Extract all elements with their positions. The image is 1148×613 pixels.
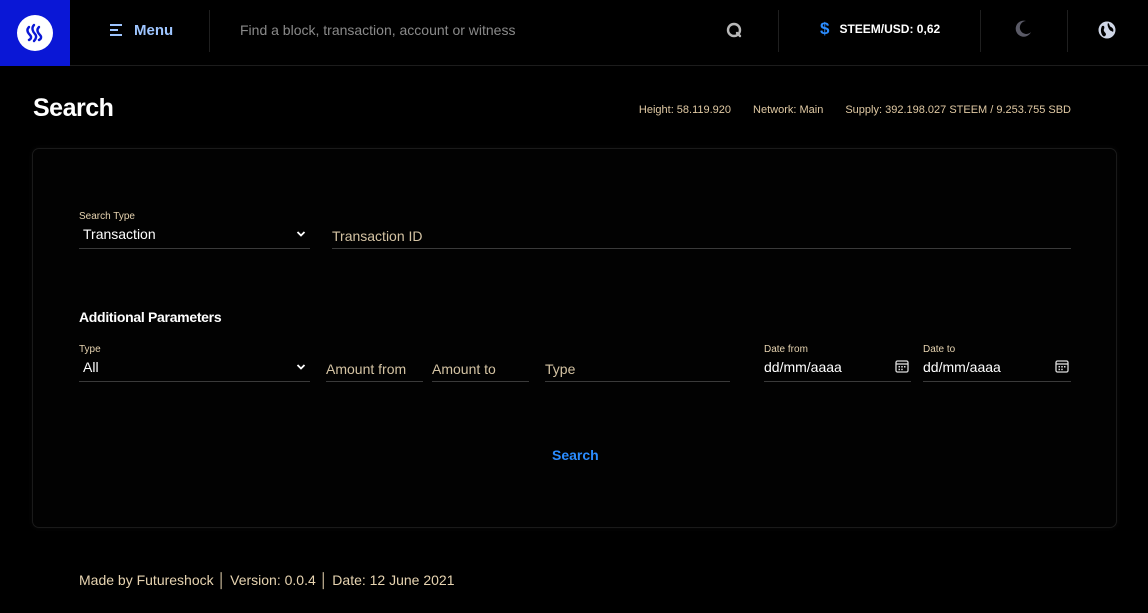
date-from-label: Date from [764,344,808,355]
divider [980,10,981,52]
dollar-icon: $ [820,19,830,38]
date-to-input[interactable]: Date to dd/mm/aaaa [923,344,1071,382]
date-to-label: Date to [923,344,956,355]
menu-label: Menu [134,21,174,39]
calendar-icon[interactable] [1055,359,1069,373]
amount-to-placeholder: Amount to [432,361,496,377]
top-navbar: Menu $ STEEM/USD: 0,62 [0,0,1148,66]
type-label: Type [79,344,101,355]
chain-stats: Height: 58.119.920 Network: Main Supply:… [639,104,1071,116]
transaction-id-input[interactable]: Transaction ID [332,211,1071,249]
search-type-value: Transaction [83,226,156,242]
network-name: Network: Main [753,104,824,116]
search-icon[interactable] [724,20,744,40]
page-title: Search [33,94,114,122]
footer-info: Made by Futureshock │ Version: 0.0.4 │ D… [79,572,455,588]
search-card: Search Type Transaction Transaction ID A… [32,148,1117,528]
type-select[interactable]: Type All [79,344,310,382]
date-to-value: dd/mm/aaaa [923,359,1001,375]
search-type-select[interactable]: Search Type Transaction [79,211,310,249]
amount-from-placeholder: Amount from [326,361,407,377]
date-from-value: dd/mm/aaaa [764,359,842,375]
amount-from-input[interactable]: Amount from [326,344,423,382]
moon-icon[interactable] [1013,19,1033,39]
type-value: All [83,359,99,375]
calendar-icon[interactable] [895,359,909,373]
globe-icon[interactable] [1096,19,1118,41]
divider [209,10,210,52]
chevron-down-icon [296,364,306,370]
search-button[interactable]: Search [552,447,599,463]
menu-icon [110,24,122,36]
steem-logo[interactable] [0,0,70,66]
type-input-placeholder: Type [545,361,576,377]
price-ticker: $ STEEM/USD: 0,62 [820,0,940,58]
search-type-label: Search Type [79,211,135,222]
steem-logo-icon [17,15,53,51]
block-height: Height: 58.119.920 [638,104,732,116]
divider [1067,10,1068,52]
additional-parameters-title: Additional Parameters [79,309,222,325]
menu-button[interactable]: Menu [110,0,173,60]
search-input[interactable] [228,14,708,46]
transaction-id-placeholder: Transaction ID [332,228,423,244]
supply-info: Supply: 392.198.027 STEEM / 9.253.755 SB… [845,104,1071,116]
chevron-down-icon [296,231,306,237]
date-from-input[interactable]: Date from dd/mm/aaaa [764,344,911,382]
type-input[interactable]: Type [545,344,730,382]
amount-to-input[interactable]: Amount to [432,344,529,382]
price-label: STEEM/USD: 0,62 [839,22,941,36]
divider [778,10,779,52]
